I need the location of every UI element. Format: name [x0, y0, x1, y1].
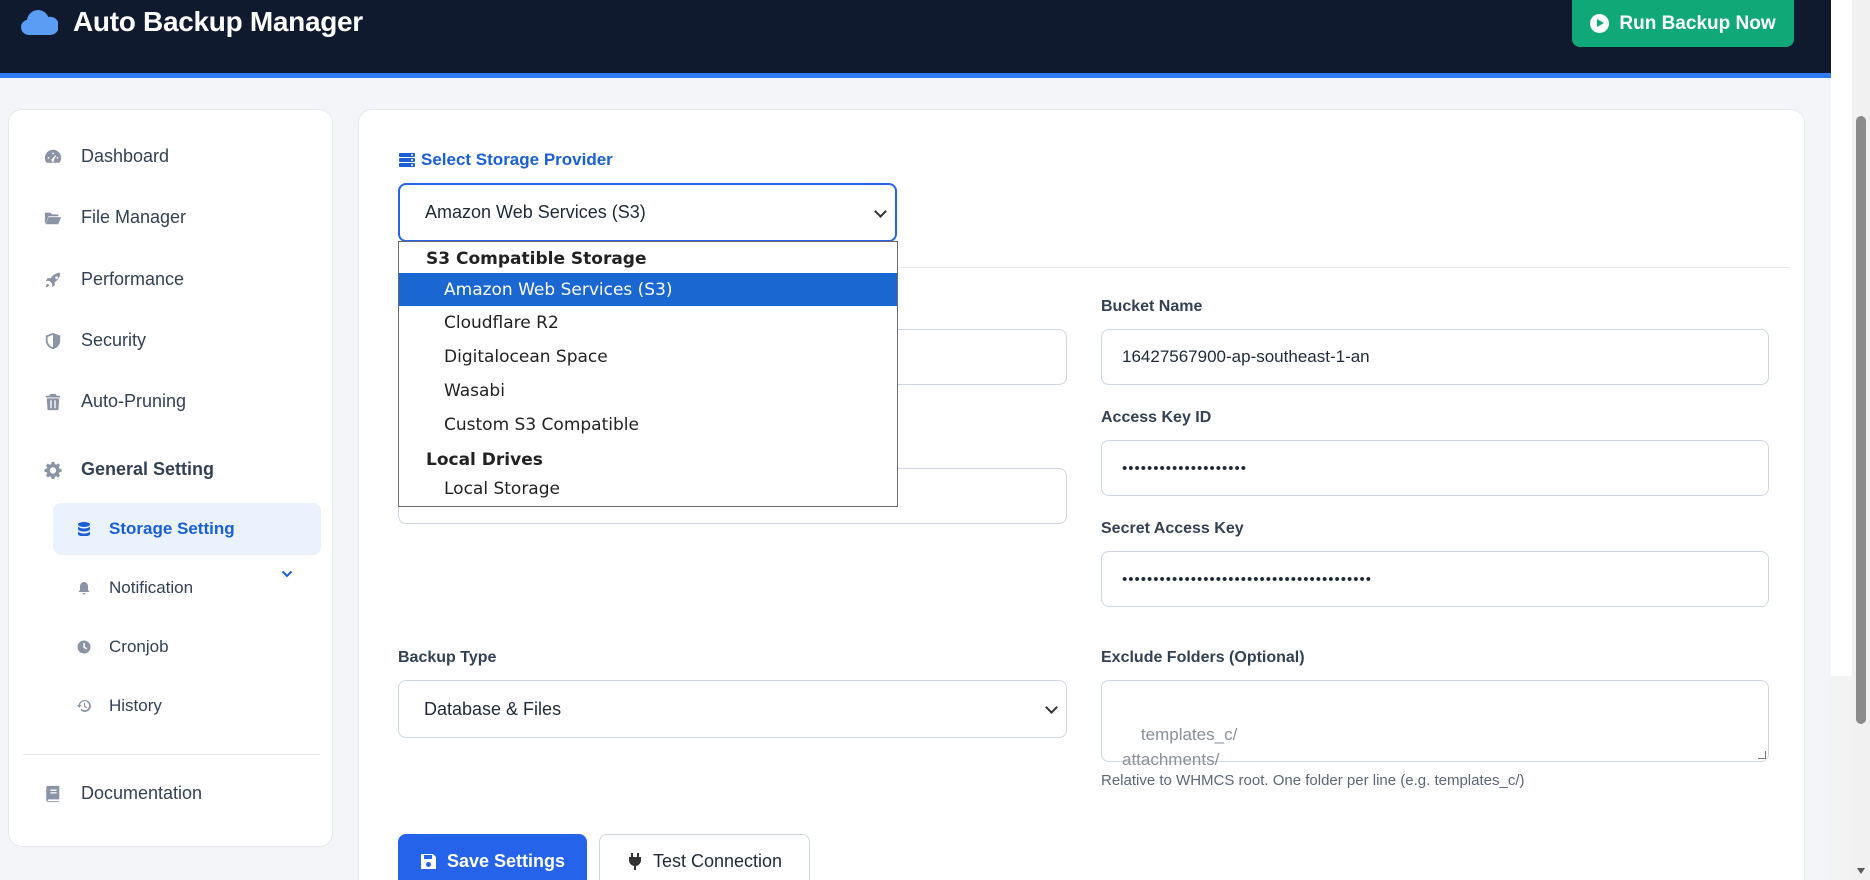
secret-key-input[interactable]: ••••••••••••••••••••••••••••••••••••••••: [1101, 551, 1769, 607]
sidebar-item-label: Dashboard: [81, 146, 170, 166]
database-icon: [77, 522, 91, 536]
trash-icon: [43, 393, 63, 411]
sidebar-subitem-label: History: [109, 696, 162, 715]
dropdown-group-s3: S3 Compatible Storage: [426, 249, 647, 269]
resize-grip-icon[interactable]: [1758, 751, 1766, 759]
clock-icon: [77, 640, 91, 654]
gauge-icon: [43, 148, 63, 166]
backup-type-value: Database & Files: [424, 698, 562, 719]
page-edge: [1831, 0, 1852, 880]
scrollbar[interactable]: [1852, 0, 1870, 880]
sidebar-item-general-setting[interactable]: General Setting: [43, 459, 214, 480]
dropdown-option-cloudflare[interactable]: Cloudflare R2: [399, 306, 897, 339]
sidebar-item-label: Documentation: [81, 783, 203, 803]
dropdown-group-local: Local Drives: [426, 450, 543, 470]
bell-icon: [77, 581, 91, 595]
book-icon: [43, 785, 63, 803]
provider-label: Select Storage Provider: [399, 150, 613, 170]
sidebar-item-performance[interactable]: Performance: [43, 269, 184, 290]
save-settings-label: Save Settings: [446, 850, 566, 871]
dropdown-option-local-storage[interactable]: Local Storage: [399, 472, 897, 505]
sidebar-item-label: Auto-Pruning: [81, 391, 187, 411]
sidebar-subitem-label: Notification: [109, 578, 194, 597]
run-backup-button[interactable]: Run Backup Now: [1572, 0, 1794, 47]
sidebar-item-security[interactable]: Security: [43, 330, 146, 351]
chevron-down-icon: [874, 204, 887, 218]
provider-label-text: Select Storage Provider: [421, 150, 613, 169]
provider-select-value: Amazon Web Services (S3): [425, 202, 646, 222]
sidebar-subitem-history[interactable]: History: [53, 680, 321, 732]
shield-icon: [43, 332, 63, 350]
sidebar-item-label: Performance: [81, 269, 185, 289]
sidebar-subitem-label: Cronjob: [109, 637, 169, 656]
bucket-input[interactable]: 16427567900-ap-southeast-1-an: [1101, 329, 1769, 385]
test-connection-button[interactable]: Test Connection: [599, 834, 810, 880]
sidebar-subitem-notification[interactable]: Notification: [53, 562, 321, 614]
secret-key-value: ••••••••••••••••••••••••••••••••••••••••: [1122, 570, 1373, 588]
plug-icon: [628, 852, 641, 870]
dropdown-option-aws[interactable]: Amazon Web Services (S3): [399, 273, 897, 306]
sidebar-item-label: General Setting: [81, 459, 215, 479]
dropdown-option-custom-s3[interactable]: Custom S3 Compatible: [399, 408, 897, 441]
bucket-input-value: 16427567900-ap-southeast-1-an: [1122, 347, 1370, 366]
sidebar-item-documentation[interactable]: Documentation: [43, 783, 202, 804]
sidebar-subitem-cronjob[interactable]: Cronjob: [53, 621, 321, 673]
sidebar-item-label: File Manager: [81, 207, 187, 227]
sidebar-item-dashboard[interactable]: Dashboard: [43, 146, 169, 167]
run-backup-label: Run Backup Now: [1619, 12, 1776, 34]
sidebar-item-auto-pruning[interactable]: Auto-Pruning: [43, 391, 186, 412]
sidebar-item-label: Security: [81, 330, 147, 350]
sidebar-subitem-storage-setting[interactable]: Storage Setting: [53, 503, 321, 555]
scroll-down-icon[interactable]: [1857, 868, 1865, 874]
access-key-label: Access Key ID: [1101, 409, 1212, 426]
scrollbar-thumb[interactable]: [1856, 116, 1866, 724]
save-settings-button[interactable]: Save Settings: [398, 834, 587, 880]
app-title: Auto Backup Manager: [73, 6, 363, 37]
sidebar-item-file-manager[interactable]: File Manager: [43, 207, 186, 228]
section-divider: [897, 267, 1789, 268]
secret-key-label: Secret Access Key: [1101, 520, 1244, 537]
gear-icon: [43, 461, 63, 479]
sidebar: Dashboard File Manager Performance Secur…: [8, 109, 333, 847]
test-connection-label: Test Connection: [652, 850, 783, 871]
play-circle-icon: [1590, 14, 1610, 33]
dropdown-option-wasabi[interactable]: Wasabi: [399, 374, 897, 407]
backup-type-label: Backup Type: [398, 649, 497, 666]
sidebar-divider: [23, 754, 320, 755]
exclude-folders-textarea[interactable]: templates_c/ attachments/: [1101, 680, 1769, 769]
provider-dropdown-list[interactable]: S3 Compatible Storage Amazon Web Service…: [398, 241, 898, 507]
exclude-folders-placeholder: templates_c/ attachments/: [1122, 725, 1238, 769]
history-icon: [77, 699, 91, 713]
folder-open-icon: [43, 209, 63, 227]
provider-select[interactable]: Amazon Web Services (S3): [398, 183, 897, 242]
rocket-icon: [43, 271, 63, 289]
backup-type-select[interactable]: Database & Files: [398, 680, 1067, 738]
chevron-down-icon: [1045, 701, 1058, 714]
bucket-label: Bucket Name: [1101, 298, 1203, 315]
exclude-folders-label: Exclude Folders (Optional): [1101, 649, 1305, 666]
access-key-input[interactable]: ••••••••••••••••••••: [1101, 440, 1769, 496]
app-header: Auto Backup Manager Run Backup Now: [0, 0, 1831, 78]
floppy-disk-icon: [420, 853, 436, 869]
cloud-icon: [21, 10, 58, 35]
exclude-folders-hint: Relative to WHMCS root. One folder per l…: [1101, 772, 1525, 789]
server-icon: [399, 153, 415, 167]
access-key-value: ••••••••••••••••••••: [1122, 459, 1248, 477]
sidebar-subitem-label: Storage Setting: [109, 519, 235, 538]
dropdown-option-digitalocean[interactable]: Digitalocean Space: [399, 340, 897, 373]
